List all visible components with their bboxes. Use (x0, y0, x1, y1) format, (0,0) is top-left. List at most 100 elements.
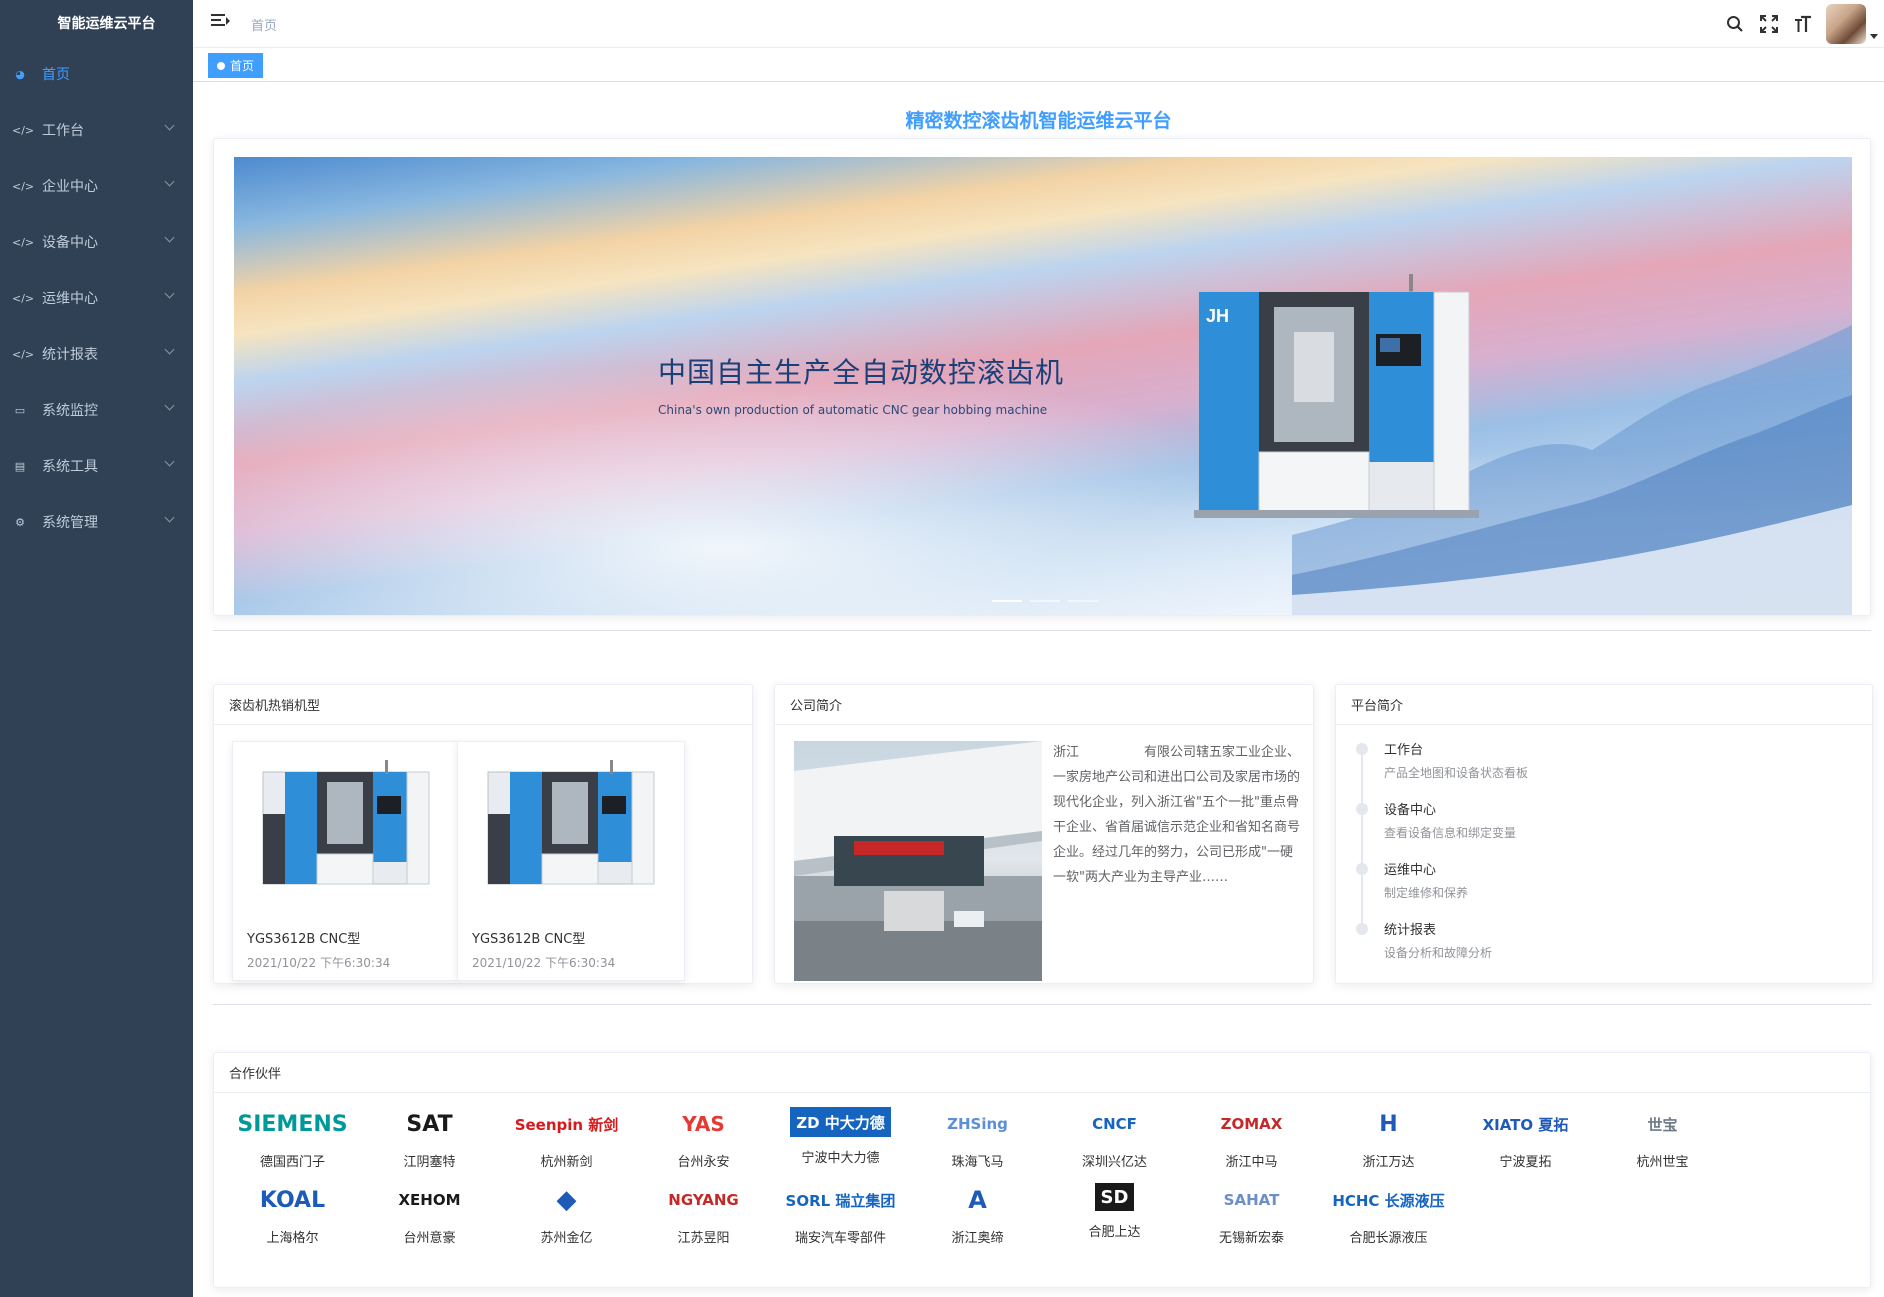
carousel-indicator[interactable] (1068, 600, 1098, 602)
partner-item[interactable]: 世宝 杭州世宝 (1594, 1107, 1731, 1183)
sidebar-item-label: 系统工具 (42, 459, 98, 475)
partner-item[interactable]: ◆ 苏州金亿 (498, 1183, 635, 1259)
company-card: 公司简介 浙江 有限公司辖五家工业企业、一家房地产公司和进出口公司及家居市场的现… (774, 684, 1314, 984)
sidebar-item-label: 系统管理 (42, 515, 98, 531)
partner-item[interactable]: NGYANG 江苏昱阳 (635, 1183, 772, 1259)
partner-name: 合肥上达 (1088, 1225, 1141, 1240)
partner-item[interactable]: CNCF 深圳兴亿达 (1046, 1107, 1183, 1183)
sidebar-item-enterprise-center[interactable]: </> 企业中心 (0, 158, 193, 214)
partner-item[interactable]: A 浙江奥缔 (909, 1183, 1046, 1259)
timeline-title: 运维中心 (1384, 863, 1437, 878)
user-avatar[interactable] (1826, 4, 1866, 44)
timeline-dot-icon (1356, 743, 1368, 755)
tags-view: 首页 (193, 48, 1884, 82)
partner-name: 瑞安汽车零部件 (794, 1231, 886, 1246)
partner-name: 珠海飞马 (951, 1155, 1004, 1170)
platform-card: 平台简介 工作台 产品全地图和设备状态看板 设备中心 查看设备信息和绑定变量 运… (1335, 684, 1873, 984)
card-header: 合作伙伴 (214, 1053, 1870, 1093)
partner-logo: SORL 瑞立集团 (785, 1191, 896, 1210)
sidebar-item-home[interactable]: ◕ 首页 (0, 46, 193, 102)
partner-item[interactable]: H 浙江万达 (1320, 1107, 1457, 1183)
partner-logo: A (968, 1186, 987, 1214)
partner-logo: ZD 中大力德 (790, 1107, 891, 1137)
section-divider (213, 1004, 1871, 1005)
partner-logo: HCHC 长源液压 (1332, 1191, 1445, 1210)
carousel-indicator[interactable] (1030, 600, 1060, 602)
partner-name: 江苏昱阳 (677, 1231, 730, 1246)
partner-name: 杭州世宝 (1636, 1155, 1689, 1170)
partner-item[interactable]: ZHSing 珠海飞马 (909, 1107, 1046, 1183)
product-name: YGS3612B CNC型 (472, 932, 586, 947)
partner-name: 杭州新剑 (540, 1155, 593, 1170)
sidebar-item-ops-center[interactable]: </> 运维中心 (0, 270, 193, 326)
partner-list: SIEMENS 德国西门子 SAT 江阴塞特 Seenpin 新剑 杭州新剑 YAS 台州永安… (224, 1107, 1864, 1259)
sidebar-item-device-center[interactable]: </> 设备中心 (0, 214, 193, 270)
sidebar-item-label: 设备中心 (42, 235, 98, 251)
partner-logo: XEHOM (398, 1191, 461, 1209)
chevron-down-icon (164, 120, 175, 131)
timeline-desc: 设备分析和故障分析 (1384, 946, 1493, 960)
font-size-icon[interactable] (1786, 7, 1820, 41)
partner-name: 浙江中马 (1225, 1155, 1278, 1170)
code-icon: </> (12, 347, 35, 361)
carousel-indicators (992, 600, 1098, 602)
partner-item[interactable]: ZD 中大力德 宁波中大力德 (772, 1107, 909, 1183)
search-icon[interactable] (1718, 7, 1752, 41)
product-time: 2021/10/22 下午6:30:34 (247, 956, 391, 970)
partner-name: 德国西门子 (259, 1155, 325, 1170)
hot-models-card: 滚齿机热销机型 YGS3612B CNC型 2021/10/22 下午6:30:… (213, 684, 753, 984)
partner-name: 深圳兴亿达 (1081, 1155, 1147, 1170)
caret-down-icon[interactable] (1870, 33, 1878, 39)
product-image (253, 754, 439, 894)
partner-name: 江阴塞特 (403, 1155, 456, 1170)
hamburger-icon[interactable] (211, 14, 230, 30)
partner-logo: ZHSing (947, 1115, 1008, 1133)
timeline-title: 设备中心 (1384, 803, 1437, 818)
code-icon: </> (12, 179, 35, 193)
partner-item[interactable]: XEHOM 台州意豪 (361, 1183, 498, 1259)
chevron-down-icon (164, 176, 175, 187)
partner-item[interactable]: Seenpin 新剑 杭州新剑 (498, 1107, 635, 1183)
partner-name: 无锡新宏泰 (1218, 1231, 1284, 1246)
tag-home[interactable]: 首页 (208, 53, 264, 78)
product-card[interactable]: YGS3612B CNC型 2021/10/22 下午6:30:34 (457, 741, 685, 981)
sidebar-item-system-monitor[interactable]: ▭ 系统监控 (0, 382, 193, 438)
partner-name: 苏州金亿 (540, 1231, 593, 1246)
partner-logo: NGYANG (668, 1191, 739, 1209)
gear-hobbing-machine-image: JH (1194, 274, 1479, 518)
chevron-down-icon (164, 456, 175, 467)
partner-item[interactable]: SORL 瑞立集团瑞安汽车零部件 (772, 1183, 909, 1259)
banner-carousel[interactable]: 中国自主生产全自动数控滚齿机 China's own production of… (234, 157, 1852, 615)
sidebar-item-system-tools[interactable]: ▤ 系统工具 (0, 438, 193, 494)
fullscreen-icon[interactable] (1752, 7, 1786, 41)
sidebar-item-statistics[interactable]: </> 统计报表 (0, 326, 193, 382)
timeline-desc: 制定维修和保养 (1384, 886, 1469, 900)
partner-item[interactable]: ZOMAX 浙江中马 (1183, 1107, 1320, 1183)
timeline-item-workbench: 工作台 产品全地图和设备状态看板 (1356, 737, 1528, 803)
partner-name: 台州意豪 (403, 1231, 456, 1246)
partner-logo: SD (1094, 1183, 1135, 1211)
dashboard-icon: ◕ (15, 67, 25, 81)
partner-item[interactable]: YAS 台州永安 (635, 1107, 772, 1183)
partner-item[interactable]: SD 合肥上达 (1046, 1183, 1183, 1259)
partner-item[interactable]: SAHAT 无锡新宏泰 (1183, 1183, 1320, 1259)
toolbox-icon: ▤ (14, 459, 26, 473)
partner-item[interactable]: KOAL 上海格尔 (224, 1183, 361, 1259)
sidebar-item-label: 运维中心 (42, 291, 98, 307)
carousel-indicator[interactable] (992, 600, 1022, 602)
product-card[interactable]: YGS3612B CNC型 2021/10/22 下午6:30:34 (232, 741, 460, 981)
partner-item[interactable]: HCHC 长源液压 合肥长源液压 (1320, 1183, 1457, 1259)
partner-item[interactable]: XIATO 夏拓 宁波夏拓 (1457, 1107, 1594, 1183)
partner-item[interactable]: SIEMENS 德国西门子 (224, 1107, 361, 1183)
partners-card: 合作伙伴 SIEMENS 德国西门子 SAT 江阴塞特 Seenpin 新剑 杭州新剑 YA… (213, 1052, 1871, 1288)
page-title: 精密数控滚齿机智能运维云平台 (905, 110, 1172, 132)
section-divider (213, 630, 1871, 631)
sidebar-item-system-admin[interactable]: ⚙ 系统管理 (0, 494, 193, 550)
sidebar-item-label: 统计报表 (42, 347, 98, 363)
partner-name: 上海格尔 (266, 1231, 319, 1246)
partner-item[interactable]: SAT 江阴塞特 (361, 1107, 498, 1183)
breadcrumb[interactable]: 首页 (251, 15, 277, 34)
timeline-item-statistics: 统计报表 设备分析和故障分析 (1356, 917, 1528, 977)
sidebar-item-workbench[interactable]: </> 工作台 (0, 102, 193, 158)
partner-logo: CNCF (1092, 1115, 1137, 1133)
